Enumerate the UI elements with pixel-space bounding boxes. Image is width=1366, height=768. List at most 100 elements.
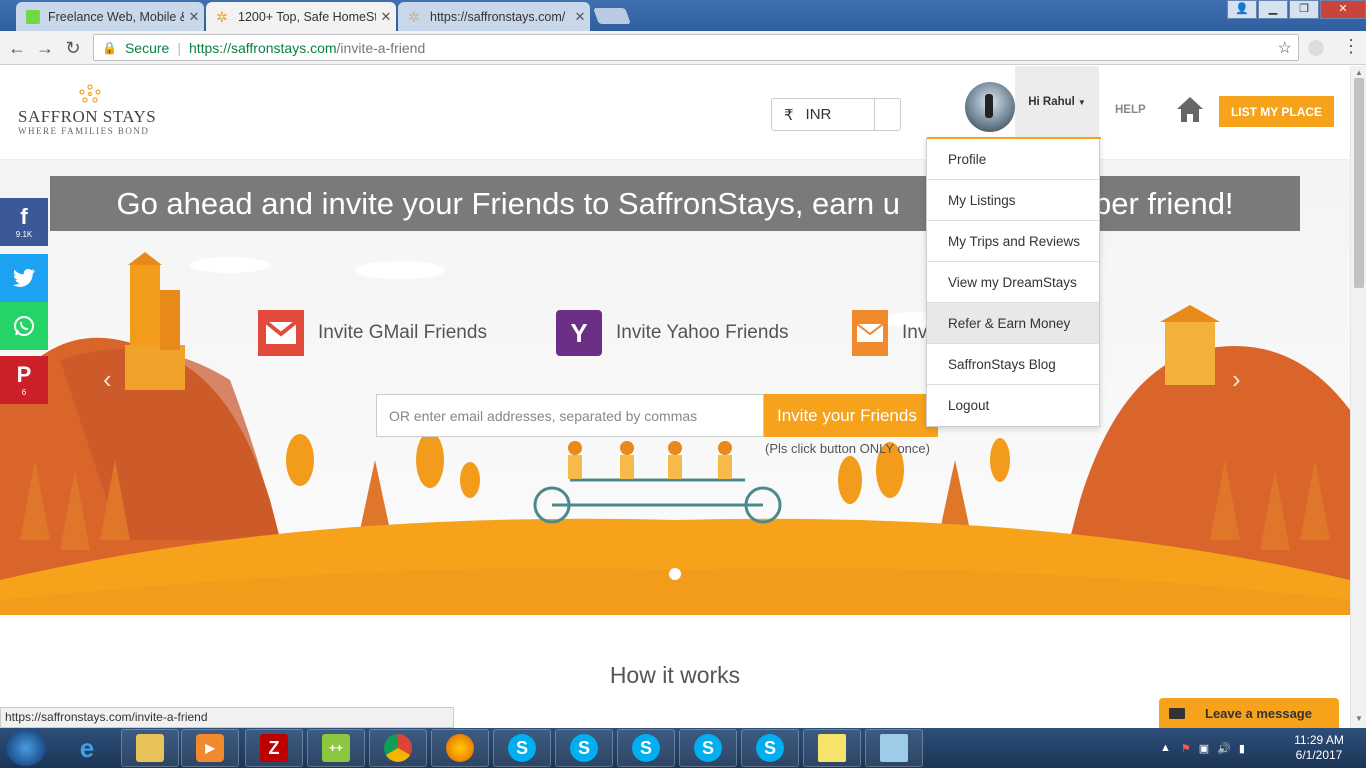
pinterest-share-count: 6 (21, 387, 27, 397)
upwork-icon (26, 9, 40, 24)
invite-friends-button[interactable]: Invite your Friends (764, 394, 938, 437)
restore-button[interactable]: ❐ (1289, 0, 1319, 19)
browser-tab-upwork[interactable]: Freelance Web, Mobile & ✕ (16, 2, 204, 31)
windows-start-button[interactable] (6, 730, 46, 766)
chrome-icon (384, 734, 412, 762)
tab-title: 1200+ Top, Safe HomeSt (238, 9, 376, 24)
window-icon (880, 734, 908, 762)
logo-tagline: WHERE FAMILIES BOND (18, 126, 150, 136)
back-icon[interactable]: ← (6, 37, 28, 59)
bookmark-star-icon[interactable]: ☆ (1278, 38, 1292, 58)
internet-explorer-taskbar-button[interactable]: e (58, 729, 116, 767)
network-icon[interactable]: ▮ (1239, 742, 1245, 755)
sticky-notes-icon (818, 734, 846, 762)
close-icon[interactable]: ✕ (570, 9, 590, 25)
home-icon[interactable] (1175, 95, 1205, 123)
sticky-notes-taskbar-button[interactable] (803, 729, 861, 767)
whatsapp-share-button[interactable] (0, 302, 48, 350)
chrome-taskbar-button[interactable] (369, 729, 427, 767)
site-header: SAFFRON STAYS WHERE FAMILIES BOND ₹ INR … (0, 66, 1350, 160)
facebook-share-button[interactable]: f 9.1K (0, 198, 48, 246)
extension-icon[interactable] (1308, 40, 1324, 56)
menu-item-blog[interactable]: SaffronStays Blog (927, 344, 1099, 385)
notepad-plus-plus-taskbar-button[interactable]: ++ (307, 729, 365, 767)
flag-icon[interactable]: ⚑ (1181, 742, 1191, 755)
invite-yahoo-label: Invite Yahoo Friends (616, 322, 789, 343)
email-addresses-input[interactable] (376, 394, 764, 437)
volume-icon[interactable]: 🔊 (1217, 742, 1231, 755)
menu-item-profile[interactable]: Profile (927, 139, 1099, 180)
minimize-button[interactable]: ▁ (1258, 0, 1288, 19)
tab-title: https://saffronstays.com/ (430, 9, 566, 24)
saffron-logo-icon[interactable] (78, 84, 102, 104)
windows-taskbar: e ▶ Z ++ S S S S S ▲ ⚑ ▣ 🔊 ▮ 11:29 AM 6/… (0, 728, 1366, 768)
browser-tab-saffron-2[interactable]: ✲ https://saffronstays.com/ ✕ (398, 2, 590, 31)
menu-item-trips-reviews[interactable]: My Trips and Reviews (927, 221, 1099, 262)
user-menu-toggle[interactable]: Hi Rahul ▼ (1015, 66, 1099, 138)
invite-outlook-option[interactable]: Invi (852, 310, 932, 356)
leave-message-chat-button[interactable]: Leave a message (1159, 698, 1339, 728)
window-close-button[interactable]: ✕ (1320, 0, 1366, 19)
list-my-place-button[interactable]: LIST MY PLACE (1219, 96, 1334, 127)
menu-item-dreamstays[interactable]: View my DreamStays (927, 262, 1099, 303)
menu-item-my-listings[interactable]: My Listings (927, 180, 1099, 221)
web-page: SAFFRON STAYS WHERE FAMILIES BOND ₹ INR … (0, 66, 1350, 728)
chat-label: Leave a message (1205, 705, 1312, 721)
skype-taskbar-button-1[interactable]: S (493, 729, 551, 767)
window-taskbar-button[interactable] (865, 729, 923, 767)
ie-icon: e (79, 732, 95, 763)
url-input[interactable]: 🔒 Secure | https://saffronstays.com /inv… (93, 34, 1299, 61)
menu-item-logout[interactable]: Logout (927, 385, 1099, 426)
slider-dot[interactable] (669, 568, 681, 580)
currency-select[interactable]: ₹ INR (771, 98, 901, 131)
media-player-taskbar-button[interactable]: ▶ (181, 729, 239, 767)
skype-taskbar-button-5[interactable]: S (741, 729, 799, 767)
file-explorer-taskbar-button[interactable] (121, 729, 179, 767)
pinterest-share-button[interactable]: P 6 (0, 356, 48, 404)
help-link[interactable]: HELP (1115, 104, 1146, 116)
skype-taskbar-button-3[interactable]: S (617, 729, 675, 767)
skype-taskbar-button-4[interactable]: S (679, 729, 737, 767)
invite-yahoo-option[interactable]: Y Invite Yahoo Friends (556, 310, 789, 356)
currency-dropdown-toggle[interactable] (874, 99, 900, 130)
lock-icon: 🔒 (102, 40, 117, 55)
invite-gmail-option[interactable]: Invite GMail Friends (258, 310, 487, 356)
gmail-icon (258, 310, 304, 356)
separator: | (177, 39, 181, 56)
filezilla-taskbar-button[interactable]: Z (245, 729, 303, 767)
forward-icon[interactable]: → (34, 37, 56, 59)
slider-next-arrow-icon[interactable]: › (1232, 364, 1241, 395)
browser-tab-saffron[interactable]: ✲ 1200+ Top, Safe HomeSt ✕ (206, 2, 396, 31)
yahoo-icon: Y (556, 310, 602, 356)
reload-icon[interactable]: ↻ (62, 37, 84, 59)
scroll-up-icon[interactable]: ▲ (1355, 68, 1363, 77)
slider-prev-arrow-icon[interactable]: ‹ (103, 364, 112, 395)
folder-icon (136, 734, 164, 762)
skype-taskbar-button-2[interactable]: S (555, 729, 613, 767)
avatar[interactable] (965, 82, 1015, 132)
firefox-taskbar-button[interactable] (431, 729, 489, 767)
logo-name[interactable]: SAFFRON STAYS (18, 107, 156, 127)
action-center-icon[interactable]: ▣ (1199, 742, 1209, 755)
browser-menu-icon[interactable]: ⋮ (1342, 37, 1360, 55)
headline-banner: Go ahead and invite your Friends to Saff… (50, 176, 1300, 231)
close-icon[interactable]: ✕ (184, 9, 204, 25)
whatsapp-icon (14, 316, 34, 336)
menu-item-refer-earn[interactable]: Refer & Earn Money (927, 303, 1099, 344)
skype-icon: S (508, 734, 536, 762)
rupee-icon: ₹ (784, 106, 794, 124)
taskbar-clock[interactable]: 11:29 AM 6/1/2017 (1284, 733, 1354, 763)
invite-note: (Pls click button ONLY once) (765, 441, 930, 456)
scrollbar-thumb[interactable] (1354, 78, 1364, 288)
clock-time: 11:29 AM (1294, 733, 1344, 747)
browser-tab-bar: Freelance Web, Mobile & ✕ ✲ 1200+ Top, S… (0, 0, 1366, 31)
scroll-down-icon[interactable]: ▼ (1355, 714, 1363, 723)
show-hidden-icons-icon[interactable]: ▲ (1160, 742, 1171, 754)
twitter-share-button[interactable] (0, 254, 48, 302)
page-scrollbar[interactable]: ▲ ▼ (1350, 66, 1366, 728)
new-tab-button[interactable] (593, 8, 631, 24)
system-tray: ▲ ⚑ ▣ 🔊 ▮ (1160, 728, 1245, 768)
user-profile-button[interactable]: 👤 (1227, 0, 1257, 19)
headline-tail: per friend! (1093, 185, 1234, 221)
close-icon[interactable]: ✕ (376, 9, 396, 25)
